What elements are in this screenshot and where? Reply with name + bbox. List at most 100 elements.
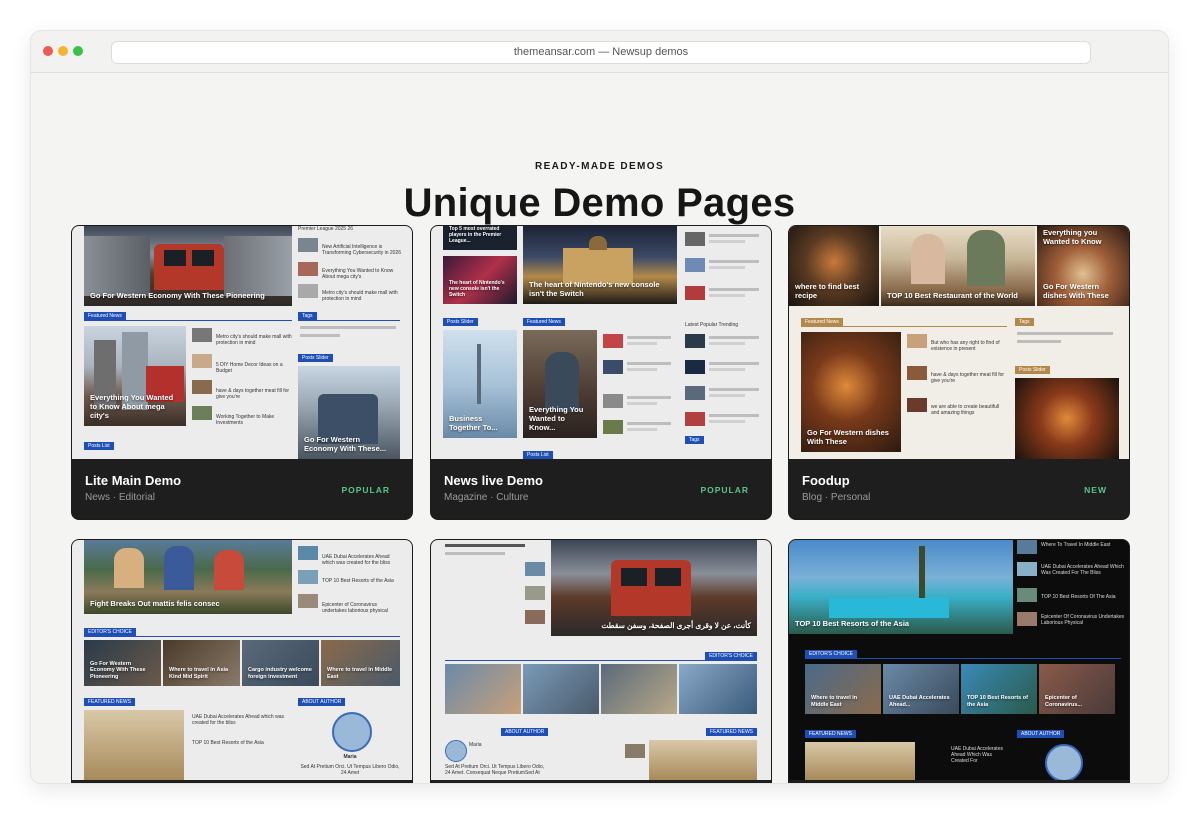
preview-slider-image — [1015, 378, 1119, 459]
preview-hero-title: كأنت، عن لا وقرى أجرى الصفحة، وسفن سقطت — [601, 621, 751, 630]
preview-editor-title: Epicenter of Coronavirus... — [1045, 695, 1082, 708]
preview-hero-title: Go For Western Economy With These Pionee… — [90, 291, 265, 300]
preview-author-name: Maria — [343, 754, 357, 760]
demo-preview-lite-main[interactable]: Go For Western Economy With These Pionee… — [72, 226, 412, 459]
browser-window: themeansar.com — Newsup demos READY-MADE… — [31, 31, 1168, 783]
preview-top-title: Top 5 most overrated players in the Prem… — [449, 226, 502, 244]
preview-feature-image — [649, 740, 757, 780]
demo-card-6[interactable]: TOP 10 Best Resorts of the Asia Where To… — [788, 539, 1130, 783]
preview-feature-image: Go For Western dishes With These — [801, 332, 901, 452]
preview-author-bio: Sed At Pretium Orci. Ut Tempus Libero Od… — [445, 764, 545, 776]
preview-list-item: have & days together meat fill for give … — [216, 388, 290, 400]
preview-hero-title-3: Everything you Wanted to Know — [1043, 228, 1102, 246]
preview-list-row — [603, 394, 677, 410]
demo-name[interactable]: Foodup — [802, 473, 850, 488]
preview-side-item: UAE Dubai Accelerates Ahead Which Was Cr… — [1041, 564, 1124, 576]
preview-side-row — [685, 386, 765, 402]
preview-rtl-row — [445, 562, 545, 578]
demo-preview-6[interactable]: TOP 10 Best Resorts of the Asia Where To… — [789, 540, 1129, 780]
preview-section-tags: Tags — [298, 312, 317, 320]
preview-editor-image — [523, 664, 599, 714]
preview-section-featured: Featured News — [84, 312, 126, 320]
preview-section-featured: FEATURED NEWS — [706, 728, 757, 736]
preview-feature-item: TOP 10 Best Resorts of the Asia — [192, 740, 264, 746]
preview-section-rule — [84, 636, 400, 637]
preview-list-row — [603, 360, 677, 376]
preview-feature-item: UAE Dubai Accelerates Ahead Which Was Cr… — [951, 746, 1003, 764]
demo-card-5[interactable]: كأنت، عن لا وقرى أجرى الصفحة، وسفن سقطت … — [430, 539, 772, 783]
preview-section-editors: EDITOR'S CHOICE — [84, 628, 136, 636]
preview-hero-image-2: TOP 10 Best Restaurant of the World — [881, 226, 1035, 306]
preview-section-editors: EDITOR'S CHOICE — [705, 652, 757, 660]
preview-list-row — [555, 744, 645, 760]
preview-list-item: have & days together meat fill for give … — [931, 372, 1005, 384]
preview-section-rule — [84, 320, 292, 321]
demo-categories: Blog · Personal — [802, 492, 871, 503]
preview-list-item: we are able to create beautifull and ama… — [931, 404, 1000, 416]
preview-hero-title: TOP 10 Best Resorts of the Asia — [795, 619, 910, 628]
preview-editor-title: Cargo industry welcome foreign investmen… — [248, 667, 312, 680]
preview-side-row — [685, 412, 765, 428]
preview-side-row — [685, 360, 765, 376]
demo-card-news-live[interactable]: Top 5 most overrated players in the Prem… — [430, 225, 772, 520]
demo-preview-news-live[interactable]: Top 5 most overrated players in the Prem… — [431, 226, 771, 459]
demo-name[interactable]: Lite Main Demo — [85, 473, 181, 488]
preview-hero-image-3: Everything you Wanted to Know Go For Wes… — [1037, 226, 1129, 306]
preview-rtl-row — [445, 610, 545, 626]
preview-side-row — [685, 258, 765, 274]
preview-hero-title: Fight Breaks Out mattis felis consec — [90, 599, 220, 608]
preview-side-item: Everything You Wanted to Know About mega… — [322, 268, 394, 280]
preview-editor-image: Cargo industry welcome foreign investmen… — [242, 640, 319, 686]
preview-top-image: Top 5 most overrated players in the Prem… — [443, 226, 517, 250]
preview-editor-image — [601, 664, 677, 714]
maximize-window-button[interactable] — [73, 46, 83, 56]
close-window-button[interactable] — [43, 46, 53, 56]
demo-preview-foodup[interactable]: where to find best recipe TOP 10 Best Re… — [789, 226, 1129, 459]
preview-editor-image: Where to travel in Asia Kind Mid Spirit — [163, 640, 240, 686]
preview-side-row — [685, 232, 765, 248]
preview-side-item: Epicenter Of Coronavirus Undertakes Labo… — [1041, 614, 1125, 626]
preview-editor-image: Where to travel in Middle East — [321, 640, 400, 686]
demo-preview-4[interactable]: Fight Breaks Out mattis felis consec UAE… — [72, 540, 412, 780]
preview-tags-line — [1017, 332, 1113, 335]
preview-side-row — [685, 286, 765, 302]
preview-section-about: ABOUT AUTHOR — [298, 698, 346, 706]
preview-hero-image: Go For Western Economy With These Pionee… — [84, 226, 292, 306]
preview-section-editors: EDITOR'S CHOICE — [805, 650, 857, 658]
preview-side-item: Epicenter of Coronavirus undertakes labo… — [322, 602, 388, 614]
preview-slider-title: Go For Western Economy With These... — [304, 435, 387, 453]
preview-list-item: 5 DIY Home Decor Ideas on a Budget — [216, 362, 283, 374]
demo-preview-5[interactable]: كأنت، عن لا وقرى أجرى الصفحة، وسفن سقطت … — [431, 540, 771, 780]
minimize-window-button[interactable] — [58, 46, 68, 56]
preview-section-postlist: Posts List — [523, 451, 553, 459]
preview-author-avatar — [445, 740, 467, 762]
demo-card-footer: Lite Main Demo News · Editorial POPULAR — [72, 459, 412, 519]
preview-section-about: ABOUT AUTHOR — [501, 728, 549, 736]
preview-hero-title-1: where to find best recipe — [795, 282, 860, 300]
demo-card-4[interactable]: Fight Breaks Out mattis felis consec UAE… — [71, 539, 413, 783]
preview-side-item: TOP 10 Best Resorts of the Asia — [322, 578, 394, 584]
demo-card-lite-main[interactable]: Go For Western Economy With These Pionee… — [71, 225, 413, 520]
demo-badge: POPULAR — [700, 485, 749, 495]
preview-section-tags: Tags — [1015, 318, 1034, 326]
preview-section-rule — [805, 658, 1121, 659]
address-bar[interactable]: themeansar.com — Newsup demos — [111, 41, 1091, 64]
preview-editor-image — [679, 664, 757, 714]
preview-editor-image — [445, 664, 521, 714]
demo-categories: Magazine · Culture — [444, 492, 529, 503]
preview-side-item: Premier League 2025 26 — [298, 226, 354, 232]
preview-editor-title: TOP 10 Best Resorts of the Asia — [967, 695, 1028, 708]
preview-list-row — [603, 420, 677, 436]
preview-hero-image: كأنت، عن لا وقرى أجرى الصفحة، وسفن سقطت — [551, 540, 757, 636]
demo-name[interactable]: News live Demo — [444, 473, 543, 488]
preview-feature-title: Everything You Wanted to Know... — [529, 405, 584, 432]
demo-card-foodup[interactable]: where to find best recipe TOP 10 Best Re… — [788, 225, 1130, 520]
preview-section-slider: Posts Slider — [443, 318, 478, 326]
preview-editor-image: UAE Dubai Accelerates Ahead... — [883, 664, 959, 714]
browser-titlebar: themeansar.com — Newsup demos — [31, 31, 1168, 73]
preview-slider-title: Business Together To... — [449, 414, 498, 432]
preview-section-slider: Posts Slider — [298, 354, 333, 362]
preview-side-item: UAE Dubai Accelerates Ahead which was cr… — [322, 554, 391, 566]
preview-hero-image-1: where to find best recipe — [789, 226, 879, 306]
page-content: READY-MADE DEMOS Unique Demo Pages Go Fo… — [31, 73, 1168, 783]
